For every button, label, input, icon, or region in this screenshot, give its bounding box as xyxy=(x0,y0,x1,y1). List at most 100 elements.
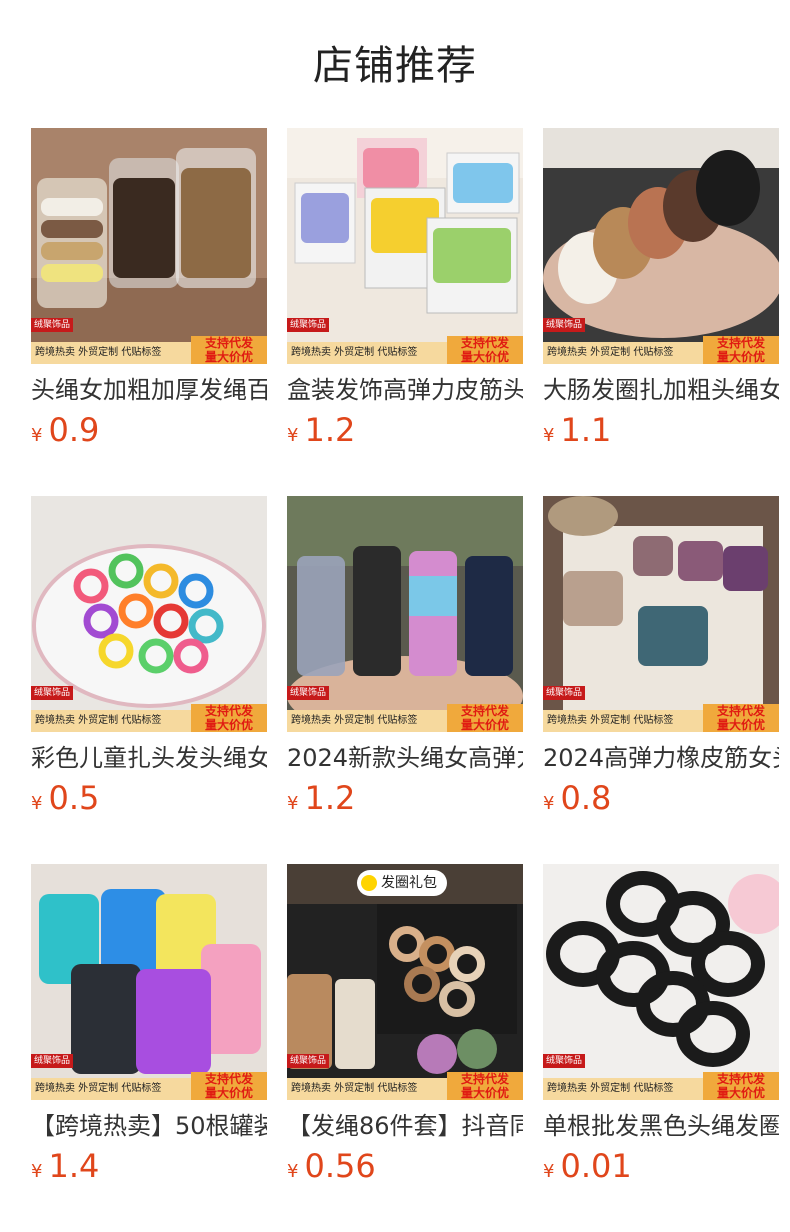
product-image[interactable]: 绒聚饰品 跨境热卖 外贸定制 代贴标签 支持代发 量大价优 xyxy=(543,864,779,1100)
promo-banner: 跨境热卖 外贸定制 代贴标签 支持代发 量大价优 xyxy=(31,336,267,364)
product-name[interactable]: 2024新款头绳女高弹力 xyxy=(287,742,523,774)
banner-promo: 支持代发 量大价优 xyxy=(191,704,267,732)
product-name[interactable]: 头绳女加粗加厚发绳百搭 xyxy=(31,374,267,406)
banner-promo: 支持代发 量大价优 xyxy=(191,336,267,364)
promo-banner: 跨境热卖 外贸定制 代贴标签 支持代发 量大价优 xyxy=(31,1072,267,1100)
product-card[interactable]: 绒聚饰品 跨境热卖 外贸定制 代贴标签 支持代发 量大价优 大肠发圈扎加粗头绳女… xyxy=(543,128,779,456)
price-value: 1.2 xyxy=(304,779,356,817)
product-image[interactable]: 绒聚饰品 跨境热卖 外贸定制 代贴标签 支持代发 量大价优 xyxy=(287,496,523,732)
promo-line-1: 支持代发 xyxy=(460,1072,509,1086)
banner-tags: 跨境热卖 外贸定制 代贴标签 xyxy=(287,342,447,364)
product-name[interactable]: 盒装发饰高弹力皮筋头绳 xyxy=(287,374,523,406)
promo-line-2: 量大价优 xyxy=(460,718,509,732)
currency-symbol: ¥ xyxy=(31,425,43,446)
product-price: ¥1.4 xyxy=(31,1146,267,1192)
currency-symbol: ¥ xyxy=(543,1161,555,1182)
product-name[interactable]: 彩色儿童扎头发头绳女童 xyxy=(31,742,267,774)
shop-badge: 绒聚饰品 xyxy=(31,1054,74,1068)
product-card[interactable]: 绒聚饰品 跨境热卖 外贸定制 代贴标签 支持代发 量大价优 2024高弹力橡皮筋… xyxy=(543,496,779,824)
price-value: 0.5 xyxy=(48,779,100,817)
banner-tags: 跨境热卖 外贸定制 代贴标签 xyxy=(31,710,191,732)
shop-badge: 绒聚饰品 xyxy=(543,686,586,700)
banner-tags: 跨境热卖 外贸定制 代贴标签 xyxy=(287,1078,447,1100)
promo-line-1: 支持代发 xyxy=(204,1072,253,1086)
promo-line-2: 量大价优 xyxy=(716,1086,765,1100)
promo-line-2: 量大价优 xyxy=(716,718,765,732)
product-card[interactable]: 绒聚饰品 跨境热卖 外贸定制 代贴标签 支持代发 量大价优 彩色儿童扎头发头绳女… xyxy=(31,496,267,824)
product-image[interactable]: 绒聚饰品 跨境热卖 外贸定制 代贴标签 支持代发 量大价优 xyxy=(31,496,267,732)
product-image[interactable]: 绒聚饰品 跨境热卖 外贸定制 代贴标签 支持代发 量大价优 xyxy=(287,128,523,364)
promo-line-1: 支持代发 xyxy=(204,704,253,718)
promo-line-2: 量大价优 xyxy=(204,350,253,364)
promo-line-1: 支持代发 xyxy=(716,336,765,350)
product-image[interactable]: 绒聚饰品 跨境热卖 外贸定制 代贴标签 支持代发 量大价优 xyxy=(31,128,267,364)
price-value: 0.8 xyxy=(560,779,612,817)
promo-line-1: 支持代发 xyxy=(716,1072,765,1086)
shop-badge: 绒聚饰品 xyxy=(31,318,74,332)
currency-symbol: ¥ xyxy=(287,425,299,446)
banner-tags: 跨境热卖 外贸定制 代贴标签 xyxy=(543,1078,703,1100)
promo-line-2: 量大价优 xyxy=(204,718,253,732)
banner-tags: 跨境热卖 外贸定制 代贴标签 xyxy=(543,710,703,732)
currency-symbol: ¥ xyxy=(287,1161,299,1182)
promo-banner: 跨境热卖 外贸定制 代贴标签 支持代发 量大价优 xyxy=(31,704,267,732)
banner-tags: 跨境热卖 外贸定制 代贴标签 xyxy=(543,342,703,364)
promo-line-1: 支持代发 xyxy=(716,704,765,718)
price-value: 1.1 xyxy=(560,411,612,449)
currency-symbol: ¥ xyxy=(543,425,555,446)
product-card[interactable]: 绒聚饰品 跨境热卖 外贸定制 代贴标签 支持代发 量大价优 【跨境热卖】50根罐… xyxy=(31,864,267,1192)
gift-overlay-label: 发圈礼包 xyxy=(381,875,437,891)
banner-promo: 支持代发 量大价优 xyxy=(447,1072,523,1100)
promo-line-1: 支持代发 xyxy=(460,704,509,718)
promo-line-1: 支持代发 xyxy=(460,336,509,350)
banner-promo: 支持代发 量大价优 xyxy=(703,1072,779,1100)
product-card[interactable]: 绒聚饰品 跨境热卖 外贸定制 代贴标签 支持代发 量大价优 2024新款头绳女高… xyxy=(287,496,523,824)
shop-badge: 绒聚饰品 xyxy=(31,686,74,700)
promo-line-2: 量大价优 xyxy=(460,1086,509,1100)
product-name[interactable]: 【跨境热卖】50根罐装头绳 xyxy=(31,1110,267,1142)
product-price: ¥1.2 xyxy=(287,410,523,456)
product-name[interactable]: 【发绳86件套】抖音同款 xyxy=(287,1110,523,1142)
currency-symbol: ¥ xyxy=(287,793,299,814)
promo-banner: 跨境热卖 外贸定制 代贴标签 支持代发 量大价优 xyxy=(543,336,779,364)
product-price: ¥0.56 xyxy=(287,1146,523,1192)
product-name[interactable]: 单根批发黑色头绳发圈 xyxy=(543,1110,779,1142)
currency-symbol: ¥ xyxy=(31,793,43,814)
banner-tags: 跨境热卖 外贸定制 代贴标签 xyxy=(31,342,191,364)
shop-badge: 绒聚饰品 xyxy=(543,1054,586,1068)
promo-line-2: 量大价优 xyxy=(204,1086,253,1100)
product-price: ¥0.5 xyxy=(31,778,267,824)
product-name[interactable]: 大肠发圈扎加粗头绳女 xyxy=(543,374,779,406)
promo-line-2: 量大价优 xyxy=(716,350,765,364)
banner-tags: 跨境热卖 外贸定制 代贴标签 xyxy=(31,1078,191,1100)
product-image[interactable]: 绒聚饰品 跨境热卖 外贸定制 代贴标签 支持代发 量大价优 xyxy=(543,128,779,364)
product-price: ¥0.9 xyxy=(31,410,267,456)
product-card[interactable]: 绒聚饰品 跨境热卖 外贸定制 代贴标签 支持代发 量大价优 头绳女加粗加厚发绳百… xyxy=(31,128,267,456)
product-card[interactable]: 绒聚饰品 跨境热卖 外贸定制 代贴标签 支持代发 量大价优 盒装发饰高弹力皮筋头… xyxy=(287,128,523,456)
price-value: 0.01 xyxy=(560,1147,632,1185)
banner-promo: 支持代发 量大价优 xyxy=(447,704,523,732)
shop-badge: 绒聚饰品 xyxy=(543,318,586,332)
product-card[interactable]: 绒聚饰品 跨境热卖 外贸定制 代贴标签 支持代发 量大价优 单根批发黑色头绳发圈… xyxy=(543,864,779,1192)
banner-promo: 支持代发 量大价优 xyxy=(191,1072,267,1100)
product-image[interactable]: 绒聚饰品 跨境热卖 外贸定制 代贴标签 支持代发 量大价优 xyxy=(543,496,779,732)
banner-promo: 支持代发 量大价优 xyxy=(703,704,779,732)
product-card[interactable]: 发圈礼包 绒聚饰品 跨境热卖 外贸定制 代贴标签 支持代发 量大价优 【发绳86… xyxy=(287,864,523,1192)
promo-banner: 跨境热卖 外贸定制 代贴标签 支持代发 量大价优 xyxy=(543,1072,779,1100)
product-price: ¥1.1 xyxy=(543,410,779,456)
shop-badge: 绒聚饰品 xyxy=(287,318,330,332)
price-value: 1.4 xyxy=(48,1147,100,1185)
promo-banner: 跨境热卖 外贸定制 代贴标签 支持代发 量大价优 xyxy=(543,704,779,732)
promo-line-2: 量大价优 xyxy=(460,350,509,364)
shop-badge: 绒聚饰品 xyxy=(287,1054,330,1068)
product-image[interactable]: 绒聚饰品 跨境热卖 外贸定制 代贴标签 支持代发 量大价优 xyxy=(31,864,267,1100)
product-price: ¥1.2 xyxy=(287,778,523,824)
page-title: 店铺推荐 xyxy=(313,43,477,89)
currency-symbol: ¥ xyxy=(31,1161,43,1182)
promo-banner: 跨境热卖 外贸定制 代贴标签 支持代发 量大价优 xyxy=(287,336,523,364)
product-image[interactable]: 发圈礼包 绒聚饰品 跨境热卖 外贸定制 代贴标签 支持代发 量大价优 xyxy=(287,864,523,1100)
banner-promo: 支持代发 量大价优 xyxy=(447,336,523,364)
currency-symbol: ¥ xyxy=(543,793,555,814)
price-value: 0.9 xyxy=(48,411,100,449)
product-name[interactable]: 2024高弹力橡皮筋女头绳 xyxy=(543,742,779,774)
